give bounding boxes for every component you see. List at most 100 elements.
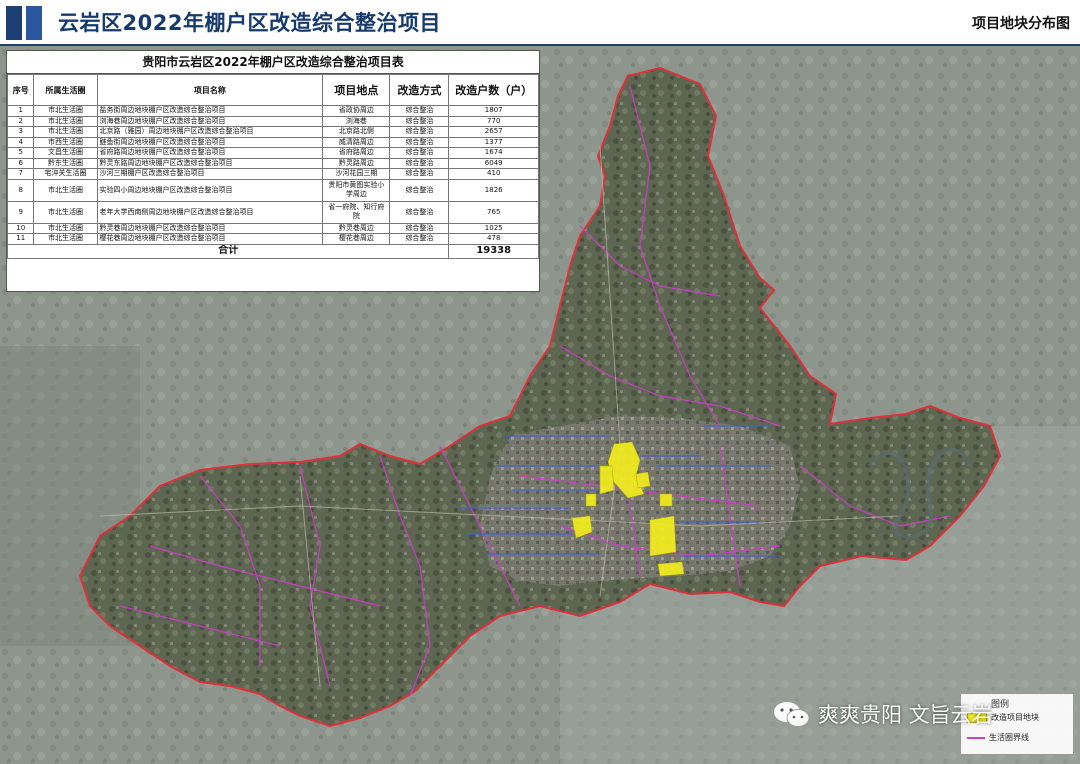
cell-location: 樱花巷周边 [322,233,391,245]
cell-no: 2 [6,115,35,127]
legend-label-parcel: 改造项目地块 [991,713,1039,722]
table-row: 6 黔东生活圈 黔灵东路周边地块棚户区改造综合整治项目 黔灵路周边 综合整治 6… [6,157,539,169]
table-row: 3 市北生活圈 北京路（雅园）周边地块棚户区改造综合整治项目 北京路北侧 综合整… [6,126,539,138]
cell-no: 7 [6,168,35,180]
cell-method: 综合整治 [389,147,450,159]
table-row: 8 市北生活圈 实验四小周边地块棚户区改造综合整治项目 贵阳市黄图实验小学周边 … [6,178,539,202]
urban-core [480,416,800,586]
col-header-method: 改造方式 [389,74,450,106]
parcel-4 [649,515,677,557]
header-accent-bar-dark [6,6,22,40]
legend-title: 图例 [991,700,1010,710]
cell-circle: 市北生活圈 [33,115,98,127]
cell-method: 综合整治 [389,168,450,180]
cell-location: 贵阳市黄图实验小学周边 [322,178,391,202]
cell-name: 樱花巷周边地块棚户区改造综合整治项目 [96,233,324,245]
col-header-households: 改造户数（户） [448,74,539,106]
cell-no: 6 [6,157,35,169]
cell-circle: 市北生活圈 [33,233,98,245]
cell-circle: 市西生活圈 [33,136,98,148]
cell-method: 综合整治 [389,200,450,224]
parcel-5 [657,561,685,577]
cell-no: 3 [6,126,35,138]
cell-circle: 市北生活圈 [33,222,98,234]
cell-circle: 市北生活圈 [33,126,98,138]
table-row: 7 宅沖关生活圈 沙河三期棚户区改造综合整治项目 沙河花园三期 综合整治 410 [6,168,539,180]
cell-location: 浏海巷 [322,115,391,127]
cell-no: 11 [6,233,35,245]
cell-circle: 文昌生活圈 [33,147,98,159]
table-row: 1 市北生活圈 盐务街周边地块棚户区改造综合整治项目 省政协周边 综合整治 18… [6,105,539,117]
cell-households: 2657 [448,126,539,138]
page-subtitle: 项目地块分布图 [972,16,1070,32]
parcel-7 [635,471,651,489]
cell-name: 黔灵东路周边地块棚户区改造综合整治项目 [96,157,324,169]
col-header-name: 项目名称 [96,74,324,106]
project-table: 序号 所属生活圈 项目名称 项目地点 改造方式 改造户数（户） 1 市北生活圈 … [6,74,539,259]
line-swatch-icon [967,736,985,739]
cell-name: 黔灵巷周边地块棚户区改造综合整治项目 [96,222,324,234]
parcel-6 [585,493,597,507]
cell-no: 5 [6,147,35,159]
cell-name: 老年大学西南侧周边地块棚户区改造综合整治项目 [96,200,324,224]
cell-circle: 黔东生活圈 [33,157,98,169]
total-label: 合计 [6,243,450,259]
cell-no: 10 [6,222,35,234]
cell-name: 沙河三期棚户区改造综合整治项目 [96,168,324,180]
cell-households: 770 [448,115,539,127]
table-row: 2 市北生活圈 浏海巷周边地块棚户区改造综合整治项目 浏海巷 综合整治 770 [6,115,539,127]
cell-circle: 宅沖关生活圈 [33,168,98,180]
project-table-panel: 贵阳市云岩区2022年棚户区改造综合整治项目表 序号 所属生活圈 项目名称 项目… [6,50,540,292]
cell-no: 8 [6,178,35,202]
table-total-row: 合计 19338 [6,243,539,259]
cell-households: 1377 [448,136,539,148]
total-value: 19338 [448,243,539,259]
page-title: 云岩区2022年棚户区改造综合整治项目 [58,11,441,35]
cell-circle: 市北生活圈 [33,178,98,202]
cell-no: 4 [6,136,35,148]
cell-name: 盐务街周边地块棚户区改造综合整治项目 [96,105,324,117]
cell-name: 鲢鱼街周边地块棚户区改造综合整治项目 [96,136,324,148]
wechat-icon [772,699,812,729]
cell-households: 1025 [448,222,539,234]
cell-households: 1826 [448,178,539,202]
cell-no: 9 [6,200,35,224]
table-row: 4 市西生活圈 鲢鱼街周边地块棚户区改造综合整治项目 威清路周边 综合整治 13… [6,136,539,148]
cell-name: 北京路（雅园）周边地块棚户区改造综合整治项目 [96,126,324,138]
cell-name: 省府路周边地块棚户区改造综合整治项目 [96,147,324,159]
cell-method: 综合整治 [389,105,450,117]
cell-location: 北京路北侧 [322,126,391,138]
table-row: 5 文昌生活圈 省府路周边地块棚户区改造综合整治项目 省府路周边 综合整治 16… [6,147,539,159]
legend-label-circle-line: 生活圈界线 [989,733,1029,742]
parcel-2 [599,465,615,495]
cell-circle: 市北生活圈 [33,105,98,117]
cell-location: 省政协周边 [322,105,391,117]
table-row: 10 市北生活圈 黔灵巷周边地块棚户区改造综合整治项目 黔灵巷周边 综合整治 1… [6,222,539,234]
watermark: 爽爽贵阳 文旨云岩 [772,698,993,730]
cell-circle: 市北生活圈 [33,200,98,224]
cell-method: 综合整治 [389,157,450,169]
cell-name: 浏海巷周边地块棚户区改造综合整治项目 [96,115,324,127]
watermark-text: 爽爽贵阳 文旨云岩 [818,703,993,727]
cell-method: 综合整治 [389,136,450,148]
parcel-8 [659,493,673,507]
col-header-circle: 所属生活圈 [33,74,98,106]
col-header-location: 项目地点 [322,74,391,106]
table-header-row: 序号 所属生活圈 项目名称 项目地点 改造方式 改造户数（户） [6,74,539,106]
table-row: 11 市北生活圈 樱花巷周边地块棚户区改造综合整治项目 樱花巷周边 综合整治 4… [6,233,539,245]
cell-location: 省一府院、知行府院 [322,200,391,224]
table-title: 贵阳市云岩区2022年棚户区改造综合整治项目表 [7,51,539,74]
cell-method: 综合整治 [389,178,450,202]
cell-location: 威清路周边 [322,136,391,148]
cell-households: 478 [448,233,539,245]
cell-households: 410 [448,168,539,180]
cell-location: 省府路周边 [322,147,391,159]
cell-households: 1674 [448,147,539,159]
col-header-no: 序号 [6,74,35,106]
cell-method: 综合整治 [389,233,450,245]
cell-method: 综合整治 [389,126,450,138]
cell-location: 黔灵巷周边 [322,222,391,234]
header-accent-bar-light [26,6,42,40]
cell-location: 黔灵路周边 [322,157,391,169]
page-header: 云岩区2022年棚户区改造综合整治项目 项目地块分布图 [0,0,1080,44]
